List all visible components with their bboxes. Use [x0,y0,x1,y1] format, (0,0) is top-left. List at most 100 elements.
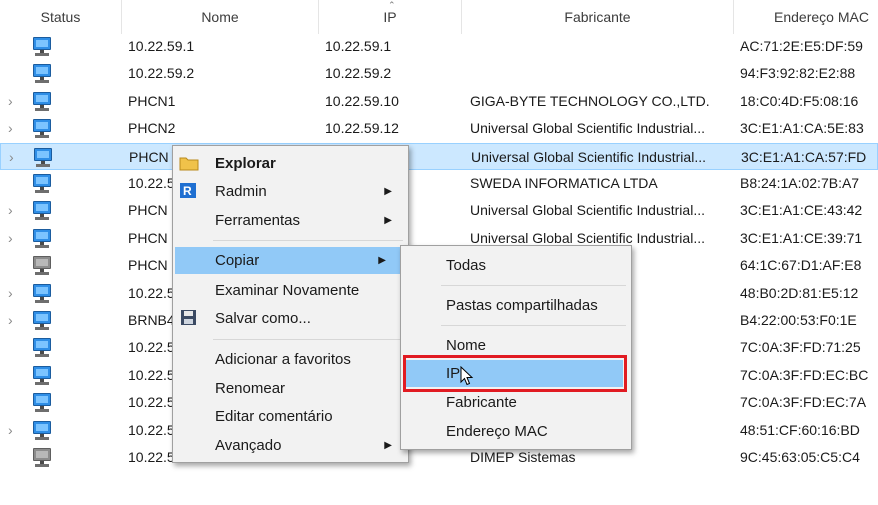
menu-separator [441,285,626,286]
computer-online-icon [33,229,51,249]
submenu-arrow-icon: ▶ [384,215,392,226]
cell-mac: 7C:0A:3F:FD:EC:7A [740,394,867,410]
folder-icon [179,154,199,172]
computer-offline-icon [33,256,51,276]
table-row[interactable]: › PHCN2 10.22.59.12 Universal Global Scient… [0,115,878,142]
cell-mac: 7C:0A:3F:FD:71:25 [740,339,861,355]
cell-mac: 7C:0A:3F:FD:EC:BC [740,367,869,383]
column-header: Status Nome IP Fabricante Endereço MAC ⌃ [0,0,878,34]
floppy-disk-icon [179,309,199,327]
computer-online-icon [33,338,51,358]
cell-ip: 10.22.59.12 [325,120,399,136]
expand-chevron-icon[interactable]: › [8,88,13,115]
submenu-item-mac[interactable]: Endereço MAC [403,418,629,445]
column-mac[interactable]: Endereço MAC [734,0,878,34]
computer-online-icon [33,37,51,57]
cell-ip: 10.22.59.1 [325,38,392,54]
cell-manufacturer: Universal Global Scientific Industrial..… [470,202,705,218]
menu-item-radmin-label: Radmin [215,183,267,200]
cell-manufacturer [470,33,732,60]
cell-mac: 9C:45:63:05:C5:C4 [740,449,860,465]
cell-mac: 3C:E1:A1:CA:5E:83 [740,120,864,136]
computer-online-icon [33,119,51,139]
menu-item-rescan-label: Examinar Novamente [215,282,360,299]
menu-item-copy[interactable]: Copiar ▶ [175,247,400,274]
cell-mac: 48:51:CF:60:16:BD [740,422,860,438]
submenu-item-all-label: Todas [446,257,487,274]
cell-manufacturer: GIGA-BYTE TECHNOLOGY CO.,LTD. [470,93,710,109]
submenu-arrow-icon: ▶ [384,440,392,451]
menu-item-rename[interactable]: Renomear [175,375,406,402]
menu-item-save-as-label: Salvar como... [215,310,311,327]
context-menu: Explorar R Radmin ▶ Ferramentas ▶ Copiar… [172,145,409,463]
cell-mac: 18:C0:4D:F5:08:16 [740,93,859,109]
menu-item-advanced[interactable]: Avançado ▶ [175,432,406,459]
table-row[interactable]: 10.22.59.1 10.22.59.1 AC:71:2E:E5:DF:59 [0,33,878,60]
menu-separator [213,339,403,340]
cell-mac: 3C:E1:A1:CE:39:71 [740,230,863,246]
cell-mac: B8:24:1A:02:7B:A7 [740,175,860,191]
cell-name: 10.22.59.2 [128,65,195,81]
menu-item-advanced-label: Avançado [215,437,282,454]
menu-item-tools[interactable]: Ferramentas ▶ [175,207,406,234]
expand-chevron-icon[interactable]: › [8,115,13,142]
cell-mac: B4:22:00:53:F0:1E [740,312,857,328]
submenu-item-manufacturer[interactable]: Fabricante [403,389,629,416]
expand-chevron-icon[interactable]: › [9,144,14,171]
cell-name: PHCN1 [128,93,176,109]
cell-mac: AC:71:2E:E5:DF:59 [740,38,863,54]
radmin-icon: R [179,182,199,200]
menu-item-edit-comment[interactable]: Editar comentário [175,403,406,430]
cell-mac: 3C:E1:A1:CA:57:FD [741,149,867,165]
table-row[interactable]: › PHCN Universal Global Scientific Industr… [0,143,878,170]
submenu-arrow-icon: ▶ [378,255,386,266]
menu-item-add-favorites-label: Adicionar a favoritos [215,351,351,368]
svg-text:R: R [183,184,192,198]
menu-item-add-favorites[interactable]: Adicionar a favoritos [175,346,406,373]
computer-online-icon [33,311,51,331]
column-name[interactable]: Nome [122,0,319,34]
expand-chevron-icon[interactable]: › [8,197,13,224]
submenu-item-mac-label: Endereço MAC [446,423,548,440]
highlight-annotation-box [403,355,627,392]
menu-item-rescan[interactable]: Examinar Novamente [175,277,406,304]
menu-item-rename-label: Renomear [215,380,286,397]
computer-online-icon [33,284,51,304]
table-row[interactable]: 10.22.59.2 10.22.59.2 94:F3:92:82:E2:88 [0,60,878,87]
submenu-item-all[interactable]: Todas [403,252,629,279]
computer-online-icon [33,366,51,386]
menu-separator [441,325,626,326]
submenu-item-shared-folders-label: Pastas compartilhadas [446,297,598,314]
menu-item-tools-label: Ferramentas [215,212,301,229]
cell-ip: 10.22.59.2 [325,65,392,81]
table-row[interactable]: › PHCN Universal Global Scientific Industr… [0,197,878,224]
computer-online-icon [33,64,51,84]
expand-chevron-icon[interactable]: › [8,225,13,252]
cell-mac: 48:B0:2D:81:E5:12 [740,285,859,301]
cell-ip: 10.22.59.10 [325,93,399,109]
computer-online-icon [34,148,52,168]
submenu-item-shared-folders[interactable]: Pastas compartilhadas [403,292,629,319]
computer-online-icon [33,393,51,413]
computer-online-icon [33,421,51,441]
menu-item-explore-label: Explorar [215,155,276,172]
menu-item-explore[interactable]: Explorar [175,150,406,177]
cell-manufacturer: Universal Global Scientific Industrial..… [470,120,705,136]
menu-item-save-as[interactable]: Salvar como... [175,305,406,332]
table-row[interactable]: 10.22.5 SWEDA INFORMATICA LTDA B8:24:1A:02… [0,170,878,197]
menu-item-copy-label: Copiar [215,252,260,269]
cell-manufacturer [470,60,732,87]
cell-mac: 94:F3:92:82:E2:88 [740,65,856,81]
mouse-pointer-icon [460,365,474,386]
expand-chevron-icon[interactable]: › [8,307,13,334]
copy-submenu: Todas Pastas compartilhadas Nome IP Fabr… [400,245,632,450]
column-status[interactable]: Status [0,0,122,34]
column-manufacturer[interactable]: Fabricante [462,0,734,34]
table-row[interactable]: › PHCN1 10.22.59.10 GIGA-BYTE TECHNOLOGY CO… [0,88,878,115]
expand-chevron-icon[interactable]: › [8,417,13,444]
expand-chevron-icon[interactable]: › [8,280,13,307]
menu-separator [213,240,403,241]
menu-item-radmin[interactable]: R Radmin ▶ [175,178,406,205]
sort-ascending-icon: ⌃ [388,0,396,10]
computer-offline-icon [33,448,51,468]
